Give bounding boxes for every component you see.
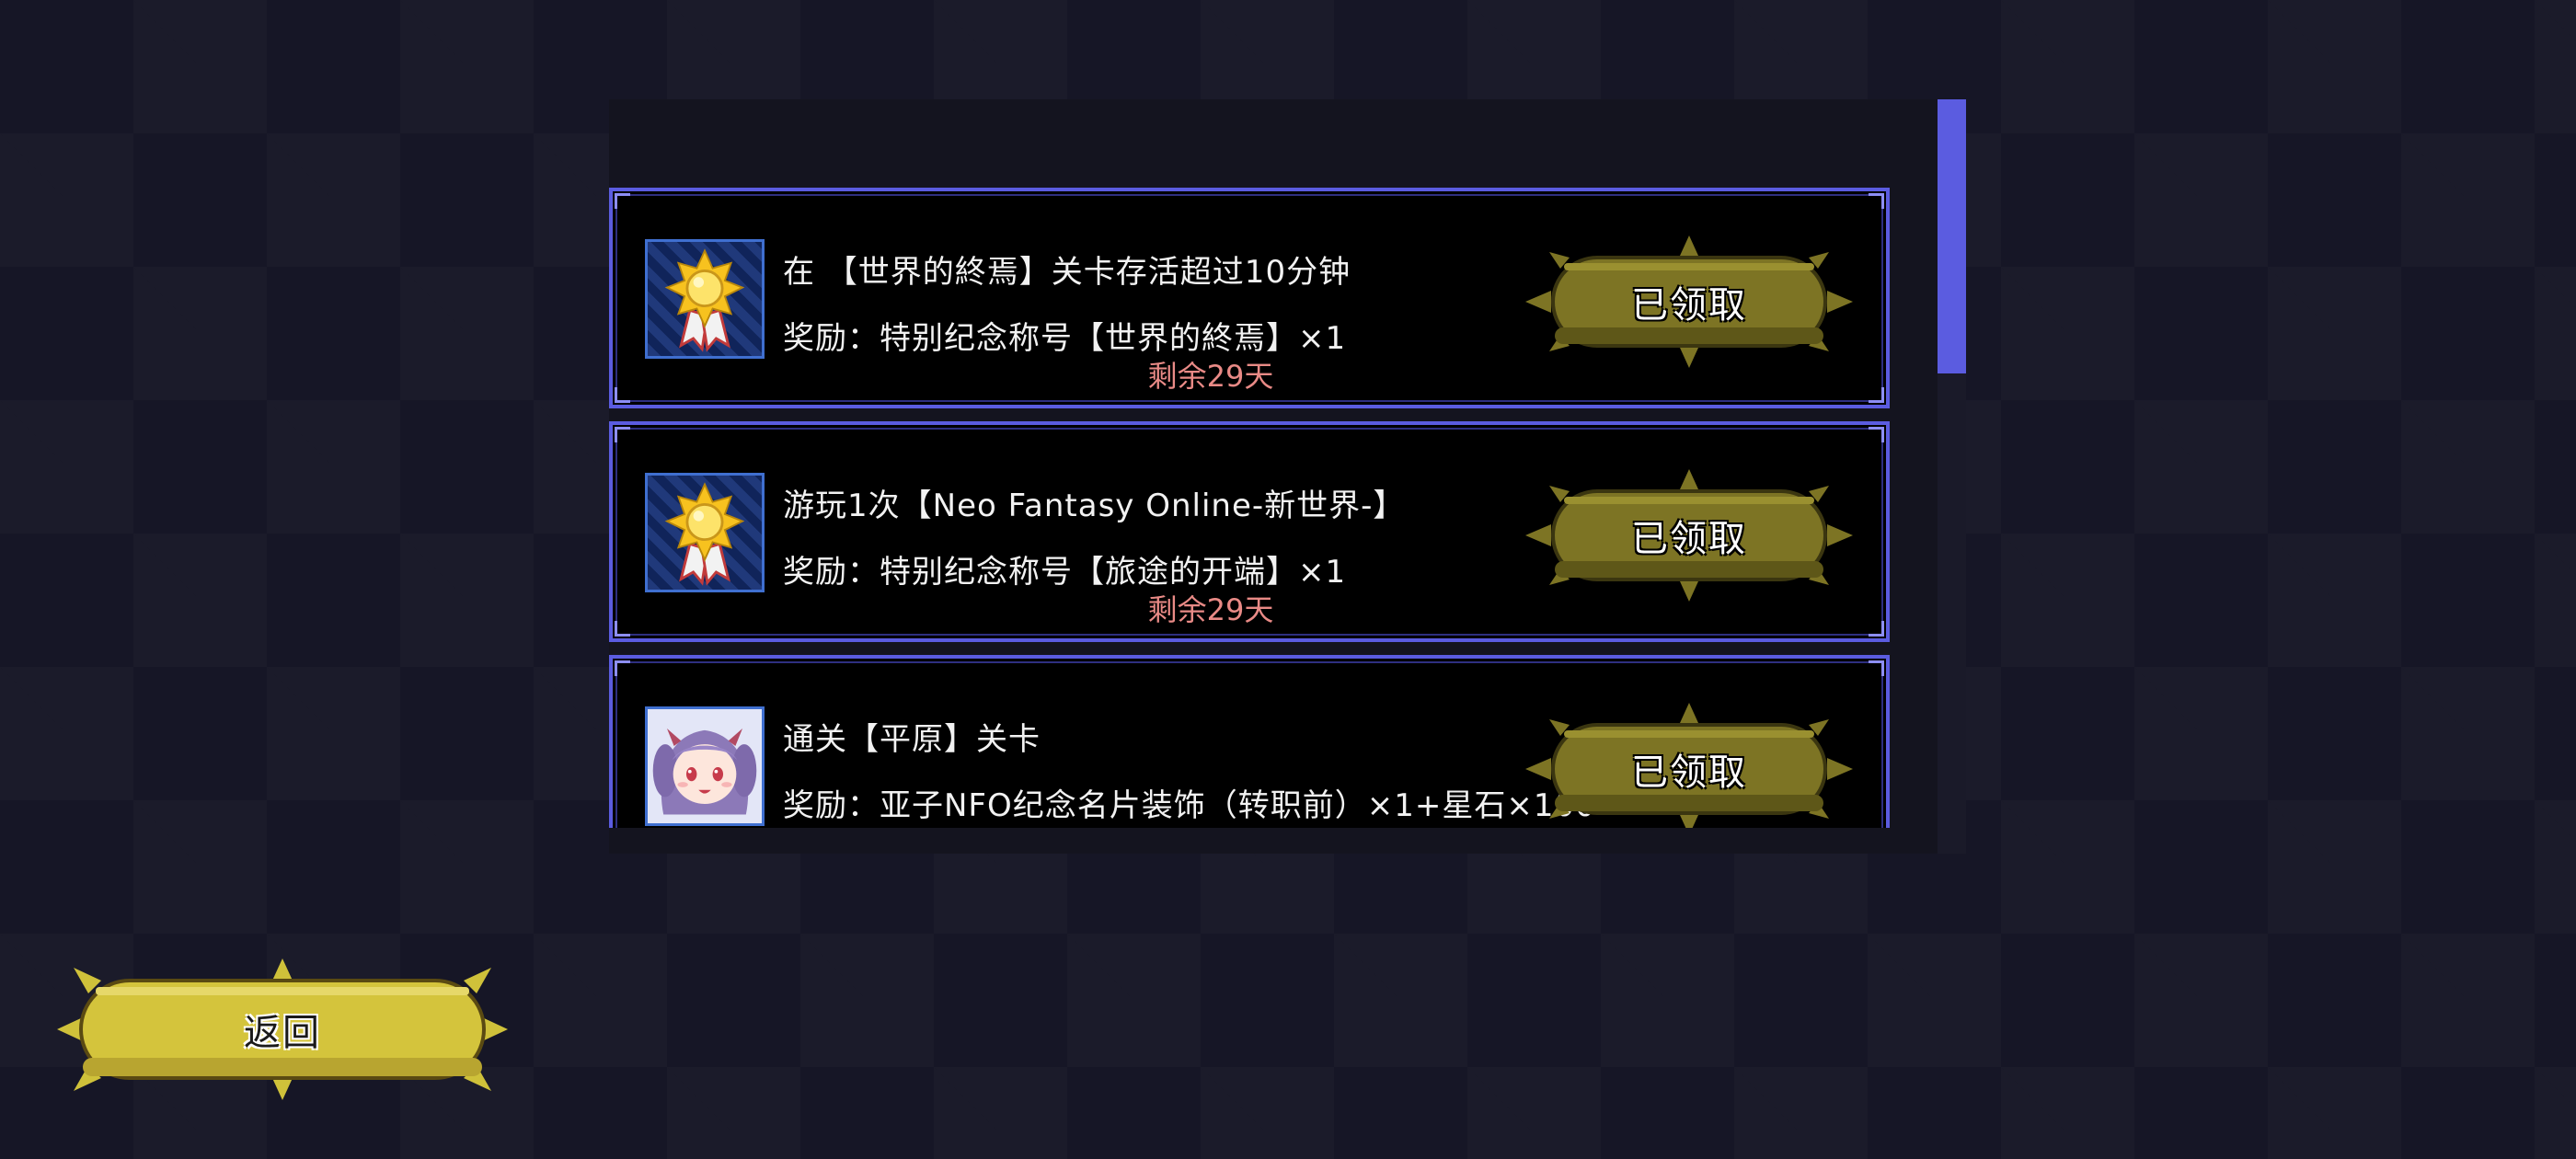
corner-ornament bbox=[615, 660, 630, 676]
quest-item: 在 【世界的終焉】关卡存活超过10分钟 奖励：特别纪念称号【世界的終焉】×1 剩… bbox=[609, 188, 1890, 408]
quest-item: 游玩1次【Neo Fantasy Online-新世界-】 奖励：特别纪念称号【… bbox=[609, 421, 1890, 642]
corner-ornament bbox=[1869, 193, 1884, 209]
scrollbar[interactable] bbox=[1938, 99, 1966, 854]
quest-item: 通关【平原】关卡 奖励：亚子NFO纪念名片装饰（转职前）×1+星石×100 已领… bbox=[609, 655, 1890, 828]
character-portrait-icon bbox=[645, 706, 765, 826]
quest-title: 通关【平原】关卡 bbox=[783, 721, 1041, 758]
quest-reward: 奖励：特别纪念称号【旅途的开端】×1 bbox=[783, 554, 1347, 591]
claimed-button[interactable]: 已领取 bbox=[1524, 228, 1855, 375]
quest-reward: 奖励：亚子NFO纪念名片装饰（转职前）×1+星石×100 bbox=[783, 787, 1596, 824]
claimed-button-label: 已领取 bbox=[1631, 518, 1747, 560]
corner-ornament bbox=[615, 193, 630, 209]
quest-reward: 奖励：特别纪念称号【世界的終焉】×1 bbox=[783, 320, 1347, 357]
quest-remaining-time: 剩余29天 bbox=[1147, 592, 1274, 627]
gold-medal-icon bbox=[645, 473, 765, 592]
quest-panel: 在 【世界的終焉】关卡存活超过10分钟 奖励：特别纪念称号【世界的終焉】×1 剩… bbox=[609, 99, 1966, 854]
quest-list-viewport[interactable]: 在 【世界的終焉】关卡存活超过10分钟 奖励：特别纪念称号【世界的終焉】×1 剩… bbox=[609, 99, 1897, 828]
claimed-button[interactable]: 已领取 bbox=[1524, 695, 1855, 828]
quest-title: 在 【世界的終焉】关卡存活超过10分钟 bbox=[783, 254, 1351, 291]
corner-ornament bbox=[615, 387, 630, 403]
corner-ornament bbox=[1869, 427, 1884, 442]
claimed-button-label: 已领取 bbox=[1631, 284, 1747, 327]
corner-ornament bbox=[615, 427, 630, 442]
back-button-label: 返回 bbox=[244, 1012, 321, 1054]
corner-ornament bbox=[1869, 621, 1884, 637]
corner-ornament bbox=[1869, 660, 1884, 676]
quest-title: 游玩1次【Neo Fantasy Online-新世界-】 bbox=[783, 488, 1406, 524]
back-button[interactable]: 返回 bbox=[55, 955, 510, 1104]
claimed-button-label: 已领取 bbox=[1631, 752, 1747, 794]
corner-ornament bbox=[1869, 387, 1884, 403]
claimed-button[interactable]: 已领取 bbox=[1524, 462, 1855, 609]
quest-remaining-time: 剩余29天 bbox=[1147, 359, 1274, 394]
gold-medal-icon bbox=[645, 239, 765, 359]
quest-list: 在 【世界的終焉】关卡存活超过10分钟 奖励：特别纪念称号【世界的終焉】×1 剩… bbox=[609, 188, 1897, 828]
scrollbar-thumb[interactable] bbox=[1938, 99, 1966, 373]
corner-ornament bbox=[615, 621, 630, 637]
